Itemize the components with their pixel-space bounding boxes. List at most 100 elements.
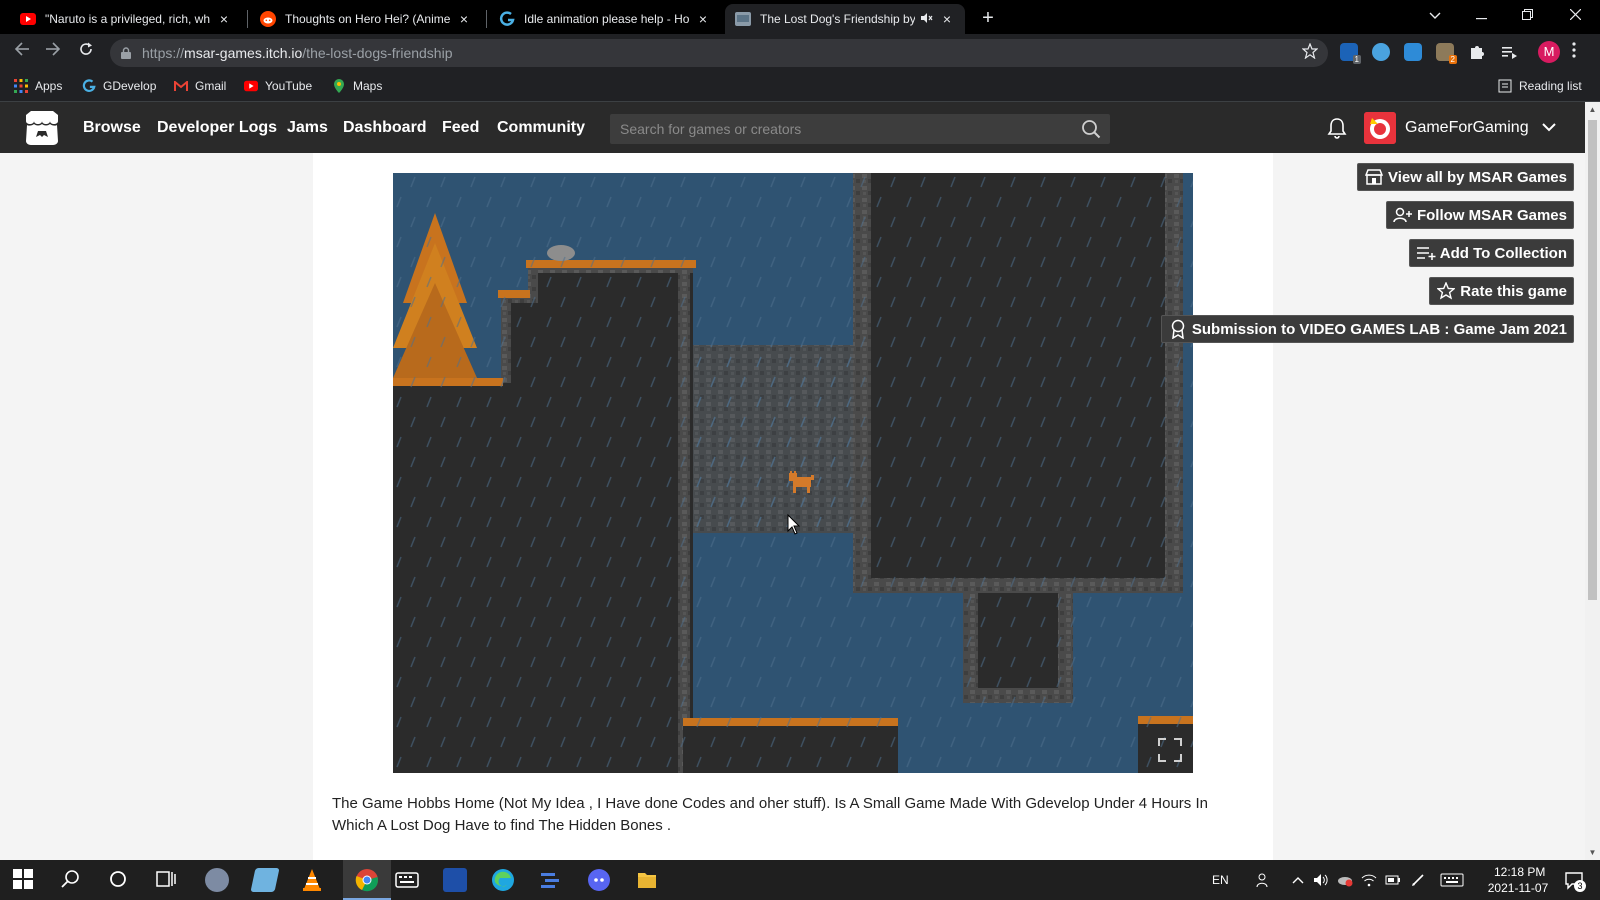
- discord-icon[interactable]: [587, 868, 611, 892]
- forward-icon[interactable]: [41, 40, 65, 64]
- bookmark-maps[interactable]: Maps: [332, 70, 382, 102]
- restore-icon[interactable]: [1504, 0, 1550, 30]
- reading-list-icon: [1498, 79, 1512, 93]
- itch-header: Browse Developer Logs Jams Dashboard Fee…: [0, 102, 1585, 153]
- browser-tab-itch-active[interactable]: The Lost Dog's Friendship by ×: [725, 4, 965, 34]
- apps-grid-icon: [14, 79, 28, 93]
- wifi-icon[interactable]: [1361, 872, 1377, 888]
- cortana-icon[interactable]: [107, 868, 131, 892]
- minimize-icon[interactable]: [1458, 0, 1504, 30]
- scroll-down-icon[interactable]: ▼: [1588, 848, 1597, 857]
- bookmarks-bar: Apps GDevelop Gmail YouTube Maps Reading…: [0, 70, 1600, 102]
- people-icon[interactable]: [1256, 872, 1272, 888]
- chrome-icon[interactable]: [355, 868, 379, 892]
- close-tab-icon[interactable]: ×: [695, 11, 711, 27]
- game-scene: [393, 173, 1193, 773]
- view-all-button[interactable]: View all by MSAR Games: [1357, 163, 1574, 191]
- bookmark-gmail[interactable]: Gmail: [174, 70, 226, 102]
- media-control-icon[interactable]: [1500, 43, 1518, 61]
- nav-community[interactable]: Community: [497, 102, 585, 153]
- search-icon[interactable]: [1081, 119, 1101, 139]
- profile-avatar[interactable]: M: [1538, 41, 1560, 63]
- app-icon[interactable]: [205, 868, 229, 892]
- extensions-puzzle-icon[interactable]: [1468, 43, 1486, 61]
- task-view-icon[interactable]: [155, 868, 179, 892]
- keyboard-app-icon[interactable]: [395, 868, 419, 892]
- nav-browse[interactable]: Browse: [83, 102, 141, 153]
- bookmark-apps[interactable]: Apps: [14, 70, 62, 102]
- search-box: [610, 114, 1110, 144]
- extension-icon[interactable]: [1404, 43, 1422, 61]
- extension-icon[interactable]: 2: [1436, 43, 1457, 64]
- notes-app-icon[interactable]: [250, 868, 280, 892]
- browser-tab-strip: "Naruto is a privileged, rich, white × T…: [0, 0, 1600, 34]
- vlc-icon[interactable]: [300, 868, 324, 892]
- nav-jams[interactable]: Jams: [287, 102, 328, 153]
- browser-tab-reddit[interactable]: Thoughts on Hero Hei? (Anime Y ×: [250, 4, 482, 34]
- nav-dashboard[interactable]: Dashboard: [343, 102, 427, 153]
- bookmark-gdevelop[interactable]: GDevelop: [82, 70, 156, 102]
- clock-time[interactable]: 12:18 PM: [1494, 865, 1545, 879]
- search-input[interactable]: [610, 114, 1070, 144]
- reload-icon[interactable]: [74, 40, 98, 64]
- input-language[interactable]: EN: [1212, 873, 1229, 887]
- windows-taskbar: EN 12:18 PM 2021-11-07 3: [0, 860, 1600, 900]
- pen-icon[interactable]: [1410, 872, 1426, 888]
- rate-game-button[interactable]: Rate this game: [1429, 277, 1574, 305]
- jam-submission-button[interactable]: Submission to VIDEO GAMES LAB : Game Jam…: [1160, 315, 1574, 343]
- notifications-bell-icon[interactable]: [1327, 117, 1347, 139]
- reddit-icon: [260, 11, 276, 27]
- browser-tab-gdevelop[interactable]: Idle animation please help - How ×: [489, 4, 721, 34]
- close-tab-icon[interactable]: ×: [939, 11, 955, 27]
- tab-title: The Lost Dog's Friendship by: [760, 12, 915, 26]
- search-icon[interactable]: [60, 868, 84, 892]
- action-center-icon[interactable]: 3: [1564, 870, 1586, 892]
- volume-icon[interactable]: [1313, 872, 1329, 888]
- mute-tab-icon[interactable]: [921, 12, 933, 27]
- onedrive-error-icon[interactable]: [1337, 872, 1353, 888]
- chevron-up-icon[interactable]: [1290, 872, 1306, 888]
- tab-separator: [486, 10, 487, 28]
- address-bar[interactable]: https://msar-games.itch.io/the-lost-dogs…: [110, 39, 1328, 67]
- user-avatar[interactable]: [1364, 112, 1396, 144]
- award-ribbon-icon: [1168, 319, 1188, 339]
- new-tab-button[interactable]: +: [976, 6, 1000, 30]
- close-window-icon[interactable]: [1552, 0, 1598, 30]
- browser-toolbar: https://msar-games.itch.io/the-lost-dogs…: [0, 34, 1600, 70]
- browser-tab-youtube[interactable]: "Naruto is a privileged, rich, white ×: [10, 4, 242, 34]
- menu-kebab-icon[interactable]: [1572, 42, 1576, 63]
- close-tab-icon[interactable]: ×: [216, 11, 232, 27]
- tab-title: "Naruto is a privileged, rich, white: [45, 12, 210, 26]
- close-tab-icon[interactable]: ×: [456, 11, 472, 27]
- bookmark-star-icon[interactable]: [1301, 42, 1319, 64]
- battery-icon[interactable]: [1385, 872, 1401, 888]
- extension-icon[interactable]: [1372, 43, 1390, 61]
- fullscreen-icon[interactable]: [1157, 737, 1183, 763]
- store-icon: [1364, 167, 1384, 187]
- url-text: https://msar-games.itch.io/the-lost-dogs…: [142, 45, 453, 61]
- windows-start-icon[interactable]: [12, 868, 36, 892]
- touch-keyboard-icon[interactable]: [1440, 872, 1464, 888]
- nav-developer-logs[interactable]: Developer Logs: [157, 102, 277, 153]
- stackshare-icon[interactable]: [539, 868, 563, 892]
- bookmark-youtube[interactable]: YouTube: [244, 70, 312, 102]
- game-app-icon[interactable]: [443, 868, 467, 892]
- username[interactable]: GameForGaming: [1405, 102, 1529, 153]
- nav-feed[interactable]: Feed: [442, 102, 479, 153]
- reading-list-button[interactable]: Reading list: [1498, 70, 1582, 102]
- game-description: The Game Hobbs Home (Not My Idea , I Hav…: [332, 795, 1208, 834]
- chevron-down-icon[interactable]: [1540, 118, 1558, 136]
- page-scrollbar[interactable]: ▲ ▼: [1585, 102, 1600, 860]
- clock-date[interactable]: 2021-11-07: [1485, 881, 1551, 895]
- scroll-up-icon[interactable]: ▲: [1588, 105, 1597, 114]
- tab-search-icon[interactable]: [1412, 0, 1458, 30]
- back-icon[interactable]: [10, 40, 34, 64]
- game-canvas[interactable]: [393, 173, 1193, 773]
- edge-icon[interactable]: [491, 868, 515, 892]
- add-to-collection-button[interactable]: Add To Collection: [1408, 239, 1574, 267]
- file-explorer-icon[interactable]: [635, 868, 659, 892]
- extension-icon[interactable]: 1: [1340, 43, 1361, 64]
- follow-button[interactable]: Follow MSAR Games: [1385, 201, 1574, 229]
- itch-logo-icon[interactable]: [23, 111, 61, 145]
- scrollbar-thumb[interactable]: [1588, 120, 1597, 600]
